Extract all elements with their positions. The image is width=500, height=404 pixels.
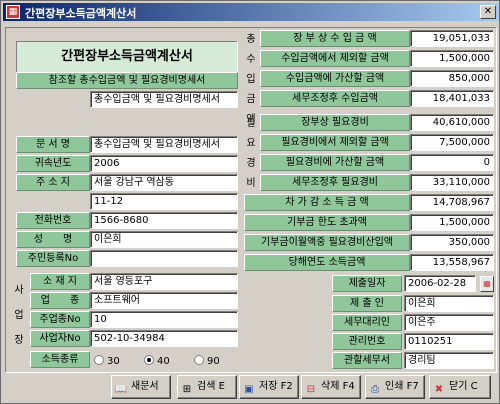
tax-office-field[interactable]: 경리팀: [404, 352, 494, 369]
tax-agent-label: 세무대리인: [332, 314, 402, 331]
bottom-toolbar: 📖 새문서 ⊞ 검색 E ▣ 저장 F2 ⊟ 삭제 F4 ⎙ 인쇄 F7 ✖ 닫기 C: [1, 375, 500, 401]
biz-code-field[interactable]: 10: [90, 311, 238, 328]
rrn-field[interactable]: [90, 250, 238, 267]
expense-group-label: 필요경비: [246, 118, 256, 189]
revenue-label-4: 세무조정후 수입금액: [260, 90, 410, 107]
main-window: ▦ 간편장부소득금액계산서 ✕ 간편장부소득금액계산서 참조할 총수입금액 및 …: [0, 0, 500, 404]
radio-dot-selected-icon: [144, 355, 154, 365]
expense-field-2[interactable]: 7,500,000: [410, 134, 494, 151]
income-radio-90[interactable]: 90: [194, 354, 220, 370]
current-year-income-label: 당해연도 소득금액: [244, 254, 410, 271]
income-radio-40[interactable]: 40: [144, 354, 170, 370]
year-label: 귀속년도: [16, 155, 90, 172]
doc-name-label: 문 서 명: [16, 136, 90, 153]
revenue-label-3: 수입금액에 가산할 금액: [260, 70, 410, 87]
close-button[interactable]: ✖ 닫기 C: [429, 375, 491, 399]
close-icon: ✖: [434, 384, 444, 395]
donation-excess-field[interactable]: 1,500,000: [410, 214, 494, 231]
radio-dot-icon: [194, 355, 204, 365]
expense-field-4[interactable]: 33,110,000: [410, 174, 494, 191]
delete-button[interactable]: ⊟ 삭제 F4: [301, 375, 361, 399]
expense-field-3[interactable]: 0: [410, 154, 494, 171]
disk-icon: ▣: [244, 384, 254, 395]
biz-reg-label: 사업자No: [30, 330, 90, 347]
manage-no-field[interactable]: 0110251: [404, 333, 494, 350]
income-type-label: 소득종류: [30, 351, 90, 368]
tax-office-label: 관할세무서: [332, 352, 402, 369]
address-field-2[interactable]: 11-12: [90, 193, 238, 210]
donation-carryover-label: 기부금이월액중 필요경비산입액: [244, 234, 410, 251]
search-button[interactable]: ⊞ 검색 E: [177, 375, 237, 399]
revenue-label-1: 장 부 상 수 입 금 액: [260, 30, 410, 47]
submit-date-label: 제출일자: [332, 275, 402, 292]
biz-location-label: 소 재 지: [30, 273, 90, 290]
save-button[interactable]: ▣ 저장 F2: [239, 375, 299, 399]
net-income-label: 차 가 감 소 득 금 액: [244, 194, 410, 211]
manage-no-label: 관리번호: [332, 333, 402, 350]
revenue-field-3[interactable]: 850,000: [410, 70, 494, 87]
doc-name-field[interactable]: 총수입금액 및 필요경비명세서: [90, 136, 238, 153]
biz-type-label: 업 종: [30, 292, 90, 309]
donation-carryover-field[interactable]: 350,000: [410, 234, 494, 251]
app-icon: ▦: [6, 5, 20, 19]
name-label: 성 명: [16, 231, 90, 248]
revenue-field-4[interactable]: 18,401,033: [410, 90, 494, 107]
donation-excess-label: 기부금 한도 초과액: [244, 214, 410, 231]
name-field[interactable]: 이은희: [90, 231, 238, 248]
search-icon: ⊞: [182, 384, 192, 395]
phone-label: 전화번호: [16, 212, 90, 229]
revenue-field-1[interactable]: 19,051,033: [410, 30, 494, 47]
reference-label: 참조할 총수입금액 및 필요경비명세서: [16, 72, 238, 89]
biz-reg-field[interactable]: 502-10-34984: [90, 330, 238, 347]
expense-label-1: 장부상 필요경비: [260, 114, 410, 131]
printer-icon: ⎙: [371, 384, 379, 395]
address-field-1[interactable]: 서울 강남구 역삼동: [90, 174, 238, 191]
window-title: 간편장부소득금액계산서: [25, 7, 137, 20]
business-group-label: 사업장: [14, 285, 24, 346]
net-income-field[interactable]: 14,708,967: [410, 194, 494, 211]
biz-type-field[interactable]: 소프트웨어: [90, 292, 238, 309]
title-bar[interactable]: ▦ 간편장부소득금액계산서 ✕: [3, 3, 499, 21]
revenue-label-2: 수입금액에서 제외할 금액: [260, 50, 410, 67]
submit-date-field[interactable]: 2006-02-28: [404, 275, 476, 292]
expense-label-2: 필요경비에서 제외할 금액: [260, 134, 410, 151]
reference-field[interactable]: 총수입금액 및 필요경비명세서: [90, 91, 238, 108]
form-title: 간편장부소득금액계산서: [16, 41, 238, 73]
income-type-radio-group: 30 40 90: [94, 354, 232, 370]
print-button[interactable]: ⎙ 인쇄 F7: [365, 375, 425, 399]
book-icon: 📖: [114, 384, 128, 395]
expense-label-4: 세무조정후 필요경비: [260, 174, 410, 191]
year-field[interactable]: 2006: [90, 155, 238, 172]
form-panel: 간편장부소득금액계산서 참조할 총수입금액 및 필요경비명세서 총수입금액 및 …: [5, 27, 497, 373]
new-document-button[interactable]: 📖 새문서: [111, 375, 171, 399]
current-year-income-field[interactable]: 13,558,967: [410, 254, 494, 271]
expense-field-1[interactable]: 40,610,000: [410, 114, 494, 131]
rrn-label: 주민등록No: [16, 250, 90, 267]
biz-location-field[interactable]: 서울 영등포구: [90, 273, 238, 290]
biz-code-label: 주업종No: [30, 311, 90, 328]
revenue-group-label: 총수입금액: [246, 34, 256, 125]
phone-field[interactable]: 1566-8680: [90, 212, 238, 229]
submitter-label: 제 출 인: [332, 295, 402, 312]
revenue-field-2[interactable]: 1,500,000: [410, 50, 494, 67]
expense-label-3: 필요경비에 가산할 금액: [260, 154, 410, 171]
radio-dot-icon: [94, 355, 104, 365]
tax-agent-field[interactable]: 이은주: [404, 314, 494, 331]
calendar-icon[interactable]: ▦: [480, 276, 494, 292]
delete-icon: ⊟: [306, 384, 316, 395]
submitter-field[interactable]: 이은희: [404, 295, 494, 312]
address-label: 주 소 지: [16, 174, 90, 191]
income-radio-30[interactable]: 30: [94, 354, 120, 370]
window-close-button[interactable]: ✕: [480, 5, 496, 19]
